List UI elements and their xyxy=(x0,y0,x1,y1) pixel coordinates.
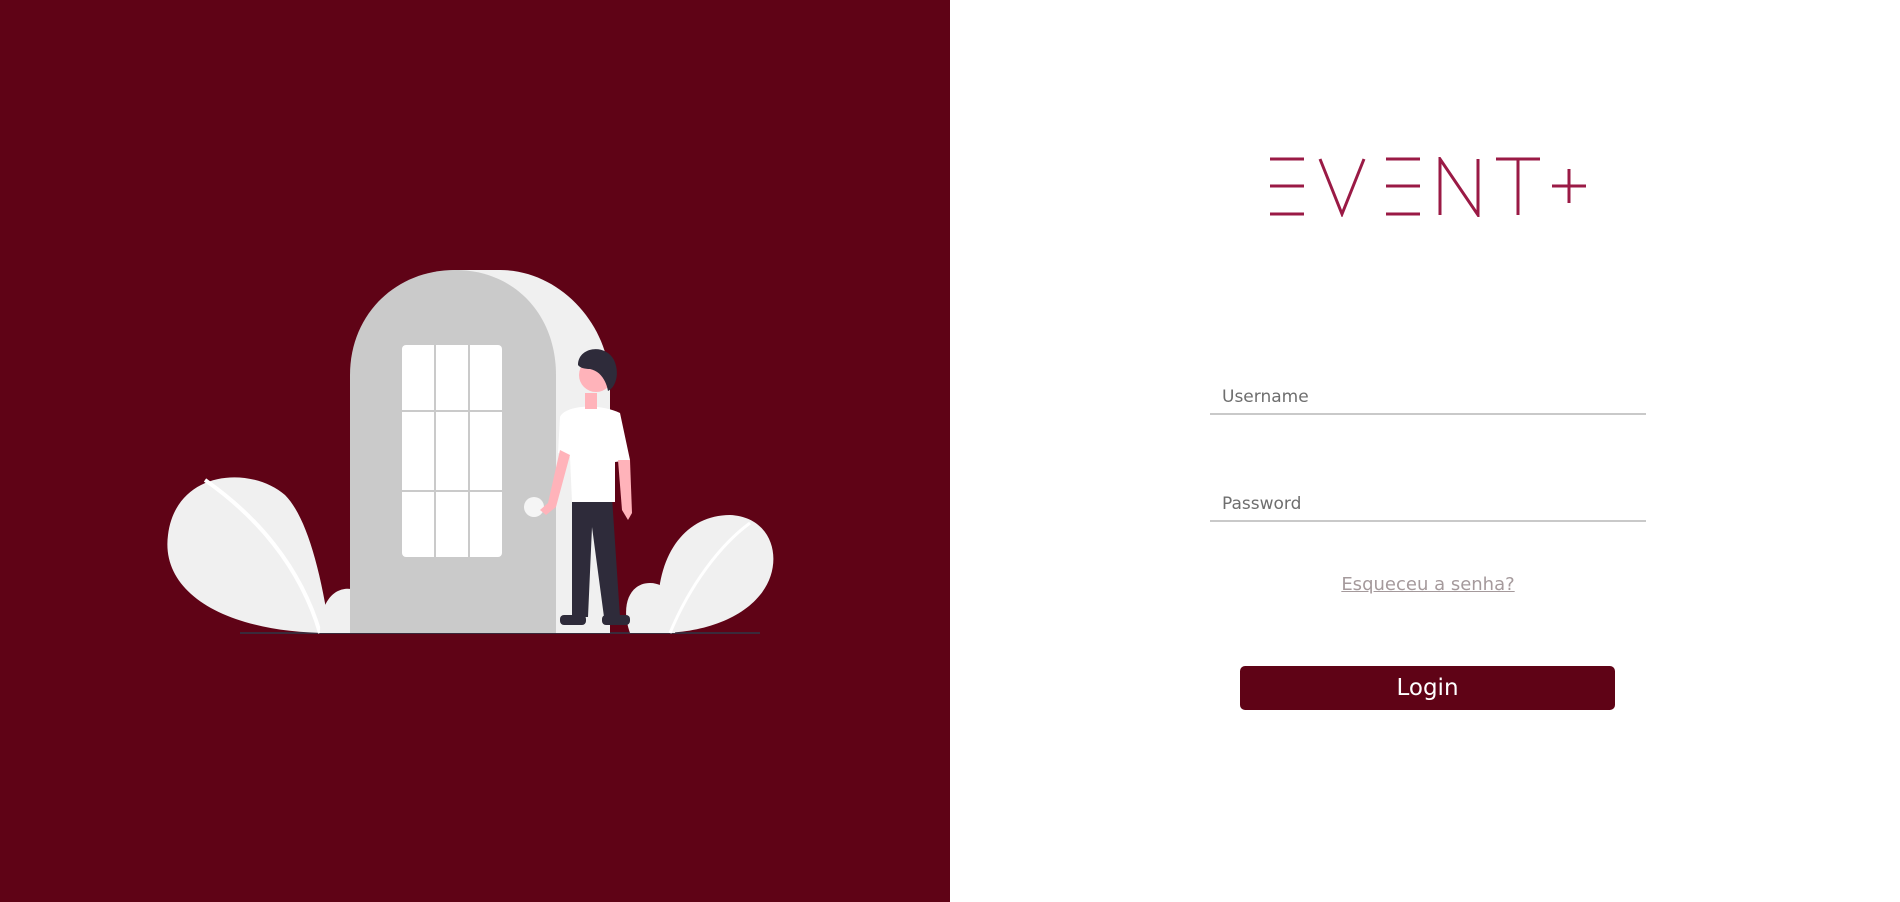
username-input[interactable] xyxy=(1210,381,1646,415)
password-input[interactable] xyxy=(1210,488,1646,522)
event-plus-logo xyxy=(1270,157,1586,217)
login-button[interactable]: Login xyxy=(1240,666,1615,710)
hero-panel xyxy=(0,0,950,902)
login-page: Esqueceu a senha? Login xyxy=(0,0,1900,902)
login-panel xyxy=(950,0,1900,902)
forgot-password-link[interactable]: Esqueceu a senha? xyxy=(1210,574,1646,595)
person-at-door-illustration xyxy=(167,270,774,634)
